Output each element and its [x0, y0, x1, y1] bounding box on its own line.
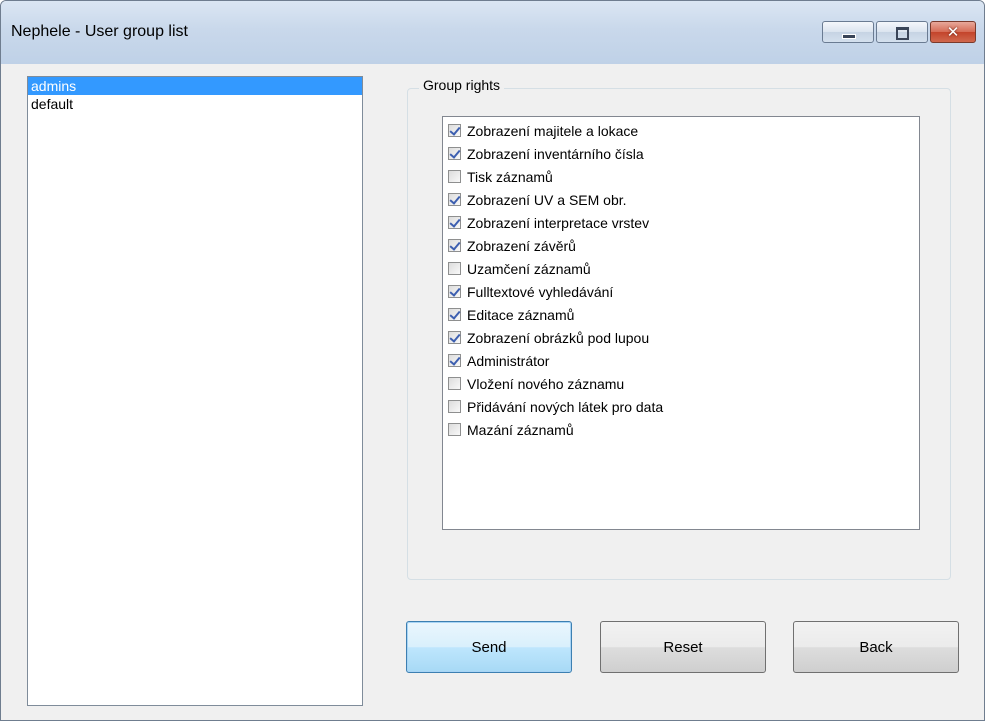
group-rights-legend: Group rights	[419, 77, 505, 93]
right-item-label: Zobrazení majitele a lokace	[467, 122, 639, 139]
right-item[interactable]: Přidávání nových látek pro data	[443, 395, 919, 418]
back-button[interactable]: Back	[793, 621, 959, 673]
right-item[interactable]: Vložení nového záznamu	[443, 372, 919, 395]
checkbox-checked[interactable]	[448, 124, 461, 137]
client-area: admins default Group rights Zobrazení maj…	[1, 64, 984, 720]
checkbox-unchecked[interactable]	[448, 377, 461, 390]
caption-buttons: ✕	[820, 21, 976, 43]
group-list-item[interactable]: default	[28, 95, 362, 113]
right-item-label: Zobrazení závěrů	[467, 237, 576, 254]
right-item[interactable]: Tisk záznamů	[443, 165, 919, 188]
checkbox-unchecked[interactable]	[448, 400, 461, 413]
right-item[interactable]: Mazání záznamů	[443, 418, 919, 441]
right-item[interactable]: Editace záznamů	[443, 303, 919, 326]
user-group-list-window: Nephele - User group list ✕ admins defaul…	[0, 0, 985, 721]
reset-button[interactable]: Reset	[600, 621, 766, 673]
checkbox-unchecked[interactable]	[448, 262, 461, 275]
right-item-label: Uzamčení záznamů	[467, 260, 591, 277]
right-item[interactable]: Zobrazení inventárního čísla	[443, 142, 919, 165]
right-item[interactable]: Zobrazení majitele a lokace	[443, 119, 919, 142]
checkbox-checked[interactable]	[448, 354, 461, 367]
right-item[interactable]: Zobrazení obrázků pod lupou	[443, 326, 919, 349]
minimize-button[interactable]	[822, 21, 874, 43]
right-item-label: Zobrazení obrázků pod lupou	[467, 329, 650, 346]
maximize-button[interactable]	[876, 21, 928, 43]
maximize-icon	[896, 27, 909, 40]
rights-checklist[interactable]: Zobrazení majitele a lokace Zobrazení inv…	[442, 116, 920, 530]
right-item[interactable]: Administrátor	[443, 349, 919, 372]
checkbox-unchecked[interactable]	[448, 423, 461, 436]
checkbox-checked[interactable]	[448, 193, 461, 206]
checkbox-unchecked[interactable]	[448, 170, 461, 183]
title-bar[interactable]: Nephele - User group list ✕	[1, 1, 984, 64]
right-item[interactable]: Fulltextové vyhledávání	[443, 280, 919, 303]
right-item-label: Editace záznamů	[467, 306, 575, 323]
right-item-label: Vložení nového záznamu	[467, 375, 625, 392]
checkbox-checked[interactable]	[448, 239, 461, 252]
checkbox-checked[interactable]	[448, 216, 461, 229]
right-item-label: Přidávání nových látek pro data	[467, 398, 664, 415]
window-title: Nephele - User group list	[11, 23, 188, 40]
right-item-label: Fulltextové vyhledávání	[467, 283, 614, 300]
checkbox-checked[interactable]	[448, 331, 461, 344]
right-item-label: Zobrazení inventárního čísla	[467, 145, 644, 162]
checkbox-checked[interactable]	[448, 285, 461, 298]
close-button[interactable]: ✕	[930, 21, 976, 43]
right-item-label: Zobrazení UV a SEM obr.	[467, 191, 627, 208]
right-item-label: Mazání záznamů	[467, 421, 574, 438]
right-item[interactable]: Zobrazení UV a SEM obr.	[443, 188, 919, 211]
send-button[interactable]: Send	[406, 621, 572, 673]
checkbox-checked[interactable]	[448, 308, 461, 321]
minimize-icon	[842, 34, 856, 39]
right-item-label: Administrátor	[467, 352, 550, 369]
close-icon: ✕	[946, 23, 960, 41]
right-item[interactable]: Zobrazení interpretace vrstev	[443, 211, 919, 234]
checkbox-checked[interactable]	[448, 147, 461, 160]
right-item-label: Tisk záznamů	[467, 168, 553, 185]
right-item-label: Zobrazení interpretace vrstev	[467, 214, 650, 231]
right-item[interactable]: Uzamčení záznamů	[443, 257, 919, 280]
right-item[interactable]: Zobrazení závěrů	[443, 234, 919, 257]
group-list[interactable]: admins default	[27, 76, 363, 706]
group-list-item[interactable]: admins	[28, 77, 362, 95]
